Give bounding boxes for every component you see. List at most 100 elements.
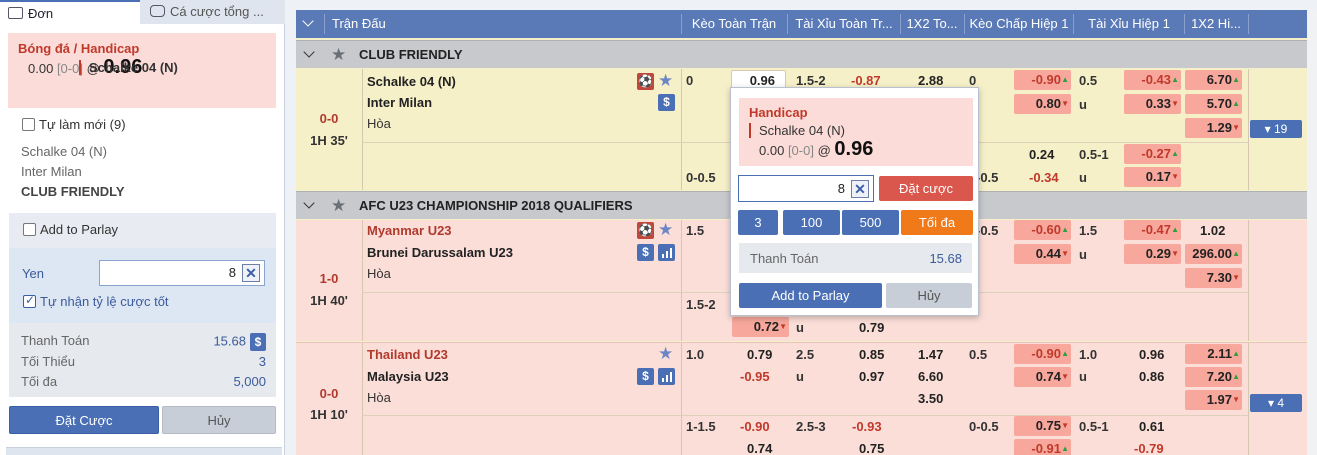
odds-cell[interactable]: -0.91 ▲	[1014, 439, 1071, 455]
odds-cell[interactable]: 5.70 ▲	[1185, 94, 1242, 114]
dollar-icon[interactable]: $	[658, 94, 675, 111]
tab-single[interactable]: Đơn	[0, 0, 140, 24]
quick-bet-popup: Handicap Schalke 04 (N) 0.00 [0-0] @ 0.9…	[730, 87, 979, 316]
odds-cell[interactable]: 0.44 ▼	[1014, 244, 1071, 264]
draw-label: Hòa	[367, 116, 391, 131]
popup-odds: 0.96	[834, 138, 874, 160]
slip-icon	[8, 7, 23, 19]
clear-stake-icon[interactable]: ✕	[851, 180, 869, 198]
header-ft-hdp[interactable]: Kèo Toàn Trận	[682, 10, 786, 38]
cancel-button[interactable]: Hủy	[162, 406, 276, 434]
add-to-parlay-checkbox[interactable]: Add to Parlay	[23, 222, 118, 240]
clear-stake-icon[interactable]: ✕	[242, 264, 260, 282]
stack-icon	[150, 5, 165, 17]
header-h1-hdp[interactable]: Kèo Chấp Hiệp 1	[965, 10, 1073, 38]
header-h1-ou[interactable]: Tài Xỉu Hiệp 1	[1074, 10, 1184, 38]
popup-add-to-parlay-button[interactable]: Add to Parlay	[739, 283, 882, 308]
header-ft-ou[interactable]: Tài Xỉu Toàn Tr...	[788, 10, 900, 38]
star-icon[interactable]: ★	[658, 72, 673, 89]
dollar-icon[interactable]: $	[637, 368, 654, 385]
dollar-icon: $	[250, 333, 266, 351]
auto-refresh-checkbox[interactable]: Tự làm mới (9)	[22, 117, 126, 135]
chevron-down-icon[interactable]	[303, 197, 315, 209]
popup-bet-team: Schalke 04 (N)	[749, 123, 963, 138]
dollar-icon[interactable]: $	[637, 244, 654, 261]
live-event-icon[interactable]: ⚽	[637, 222, 654, 239]
popup-bet-type: Handicap	[749, 105, 808, 120]
match-time: 1H 35'	[310, 133, 348, 148]
summary-payout: Thanh Toán 15.68 $	[21, 333, 266, 351]
popup-place-bet-button[interactable]: Đặt cược	[879, 176, 973, 201]
info-home: Schalke 04 (N)	[21, 144, 107, 159]
star-icon[interactable]: ★	[658, 221, 673, 238]
vertical-scrollbar[interactable]	[1307, 10, 1317, 455]
away-team: Brunei Darussalam U23	[367, 245, 513, 260]
odds-cell[interactable]: -0.90 ▲	[1014, 70, 1071, 90]
star-icon[interactable]: ★	[331, 197, 346, 214]
draw-label: Hòa	[367, 390, 391, 405]
popup-cancel-button[interactable]: Hủy	[886, 283, 972, 308]
bet-team: Schalke 04 (N)	[79, 60, 178, 75]
match-time: 1H 40'	[310, 293, 348, 308]
bet-type: Bóng đá / Handicap	[18, 41, 140, 56]
accept-better-odds-checkbox[interactable]: Tự nhận tỷ lệ cược tốt	[23, 294, 169, 312]
checkbox-checked[interactable]	[23, 295, 36, 308]
quick-stake-3[interactable]: 3	[738, 210, 778, 235]
checkbox-box[interactable]	[23, 223, 36, 236]
odds-cell[interactable]: 1.97 ▼	[1185, 390, 1242, 410]
max-stake-button[interactable]: Tối đa	[901, 210, 973, 235]
odds-cell[interactable]: 7.20 ▲	[1185, 367, 1242, 387]
info-league: CLUB FRIENDLY	[21, 184, 125, 199]
slip-summary: Thanh Toán 15.68 $ Tối Thiểu 3 Tối đa 5,0…	[9, 323, 276, 397]
star-icon[interactable]: ★	[331, 46, 346, 63]
star-icon[interactable]: ★	[658, 345, 673, 362]
odds-cell[interactable]: 0.74 ▼	[1014, 367, 1071, 387]
league-header[interactable]: ★ CLUB FRIENDLY	[296, 40, 1307, 68]
odds-cell[interactable]: 0.80 ▼	[1014, 94, 1071, 114]
odds-cell[interactable]: -0.90 ▲	[1014, 344, 1071, 364]
slip-tabs: Đơn Cá cược tổng ...	[0, 0, 285, 24]
match-score: 0-0	[319, 111, 339, 126]
place-bet-button[interactable]: Đặt Cược	[9, 406, 159, 434]
odds-cell[interactable]: -0.43 ▲	[1124, 70, 1181, 90]
odds-cell[interactable]: 6.70 ▲	[1185, 70, 1242, 90]
tab-parlay-total[interactable]: Cá cược tổng ...	[142, 0, 282, 24]
popup-bet-line: 0.00 [0-0] @ 0.96	[759, 138, 874, 160]
stats-icon[interactable]	[658, 244, 675, 261]
odds-cell[interactable]: -0.60 ▲	[1014, 220, 1071, 240]
odds-cell[interactable]: 296.00 ▲	[1185, 244, 1242, 264]
header-h1-1x2[interactable]: 1X2 Hi...	[1185, 10, 1247, 38]
quick-stake-100[interactable]: 100	[783, 210, 840, 235]
chevron-down-icon[interactable]	[302, 15, 314, 27]
away-team: Malaysia U23	[367, 369, 449, 384]
summary-min: Tối Thiểu 3	[21, 354, 266, 369]
odds-cell[interactable]: 0.17 ▼	[1124, 167, 1181, 187]
table-header: Trận Đấu Kèo Toàn Trận Tài Xỉu Toàn Tr..…	[296, 10, 1307, 38]
odds-cell[interactable]: 7.30 ▼	[1185, 268, 1242, 288]
more-markets-button[interactable]: ▾ 4	[1250, 394, 1302, 412]
more-markets-button[interactable]: ▾ 19	[1250, 120, 1302, 138]
odds-cell[interactable]: -0.47 ▲	[1124, 220, 1181, 240]
parlay-box: Add to Parlay	[9, 213, 276, 248]
match-score: 1-0	[319, 271, 339, 286]
stake-input[interactable]: 8	[99, 260, 265, 286]
stats-icon[interactable]	[658, 368, 675, 385]
quick-stake-500[interactable]: 500	[842, 210, 899, 235]
odds-cell[interactable]: 2.11 ▲	[1185, 344, 1242, 364]
home-team: Myanmar U23	[367, 223, 452, 238]
info-away: Inter Milan	[21, 164, 82, 179]
header-match: Trận Đấu	[332, 16, 386, 31]
stake-box: Yen 8 ✕ Tự nhận tỷ lệ cược tốt	[9, 248, 276, 323]
odds-cell[interactable]: 0.75 ▼	[1014, 416, 1071, 436]
odds-cell[interactable]: 0.29 ▼	[1124, 244, 1181, 264]
header-ft-1x2[interactable]: 1X2 To...	[901, 10, 963, 38]
home-team: Thailand U23	[367, 347, 448, 362]
checkbox-box[interactable]	[22, 118, 35, 131]
odds-cell[interactable]: 0.72 ▼	[732, 317, 789, 337]
odds-cell[interactable]: -0.27 ▲	[1124, 144, 1181, 164]
odds-cell[interactable]: 1.29 ▼	[1185, 118, 1242, 138]
away-team: Inter Milan	[367, 95, 433, 110]
chevron-down-icon[interactable]	[303, 46, 315, 58]
odds-cell[interactable]: 0.33 ▼	[1124, 94, 1181, 114]
live-event-icon[interactable]: ⚽	[637, 73, 654, 90]
